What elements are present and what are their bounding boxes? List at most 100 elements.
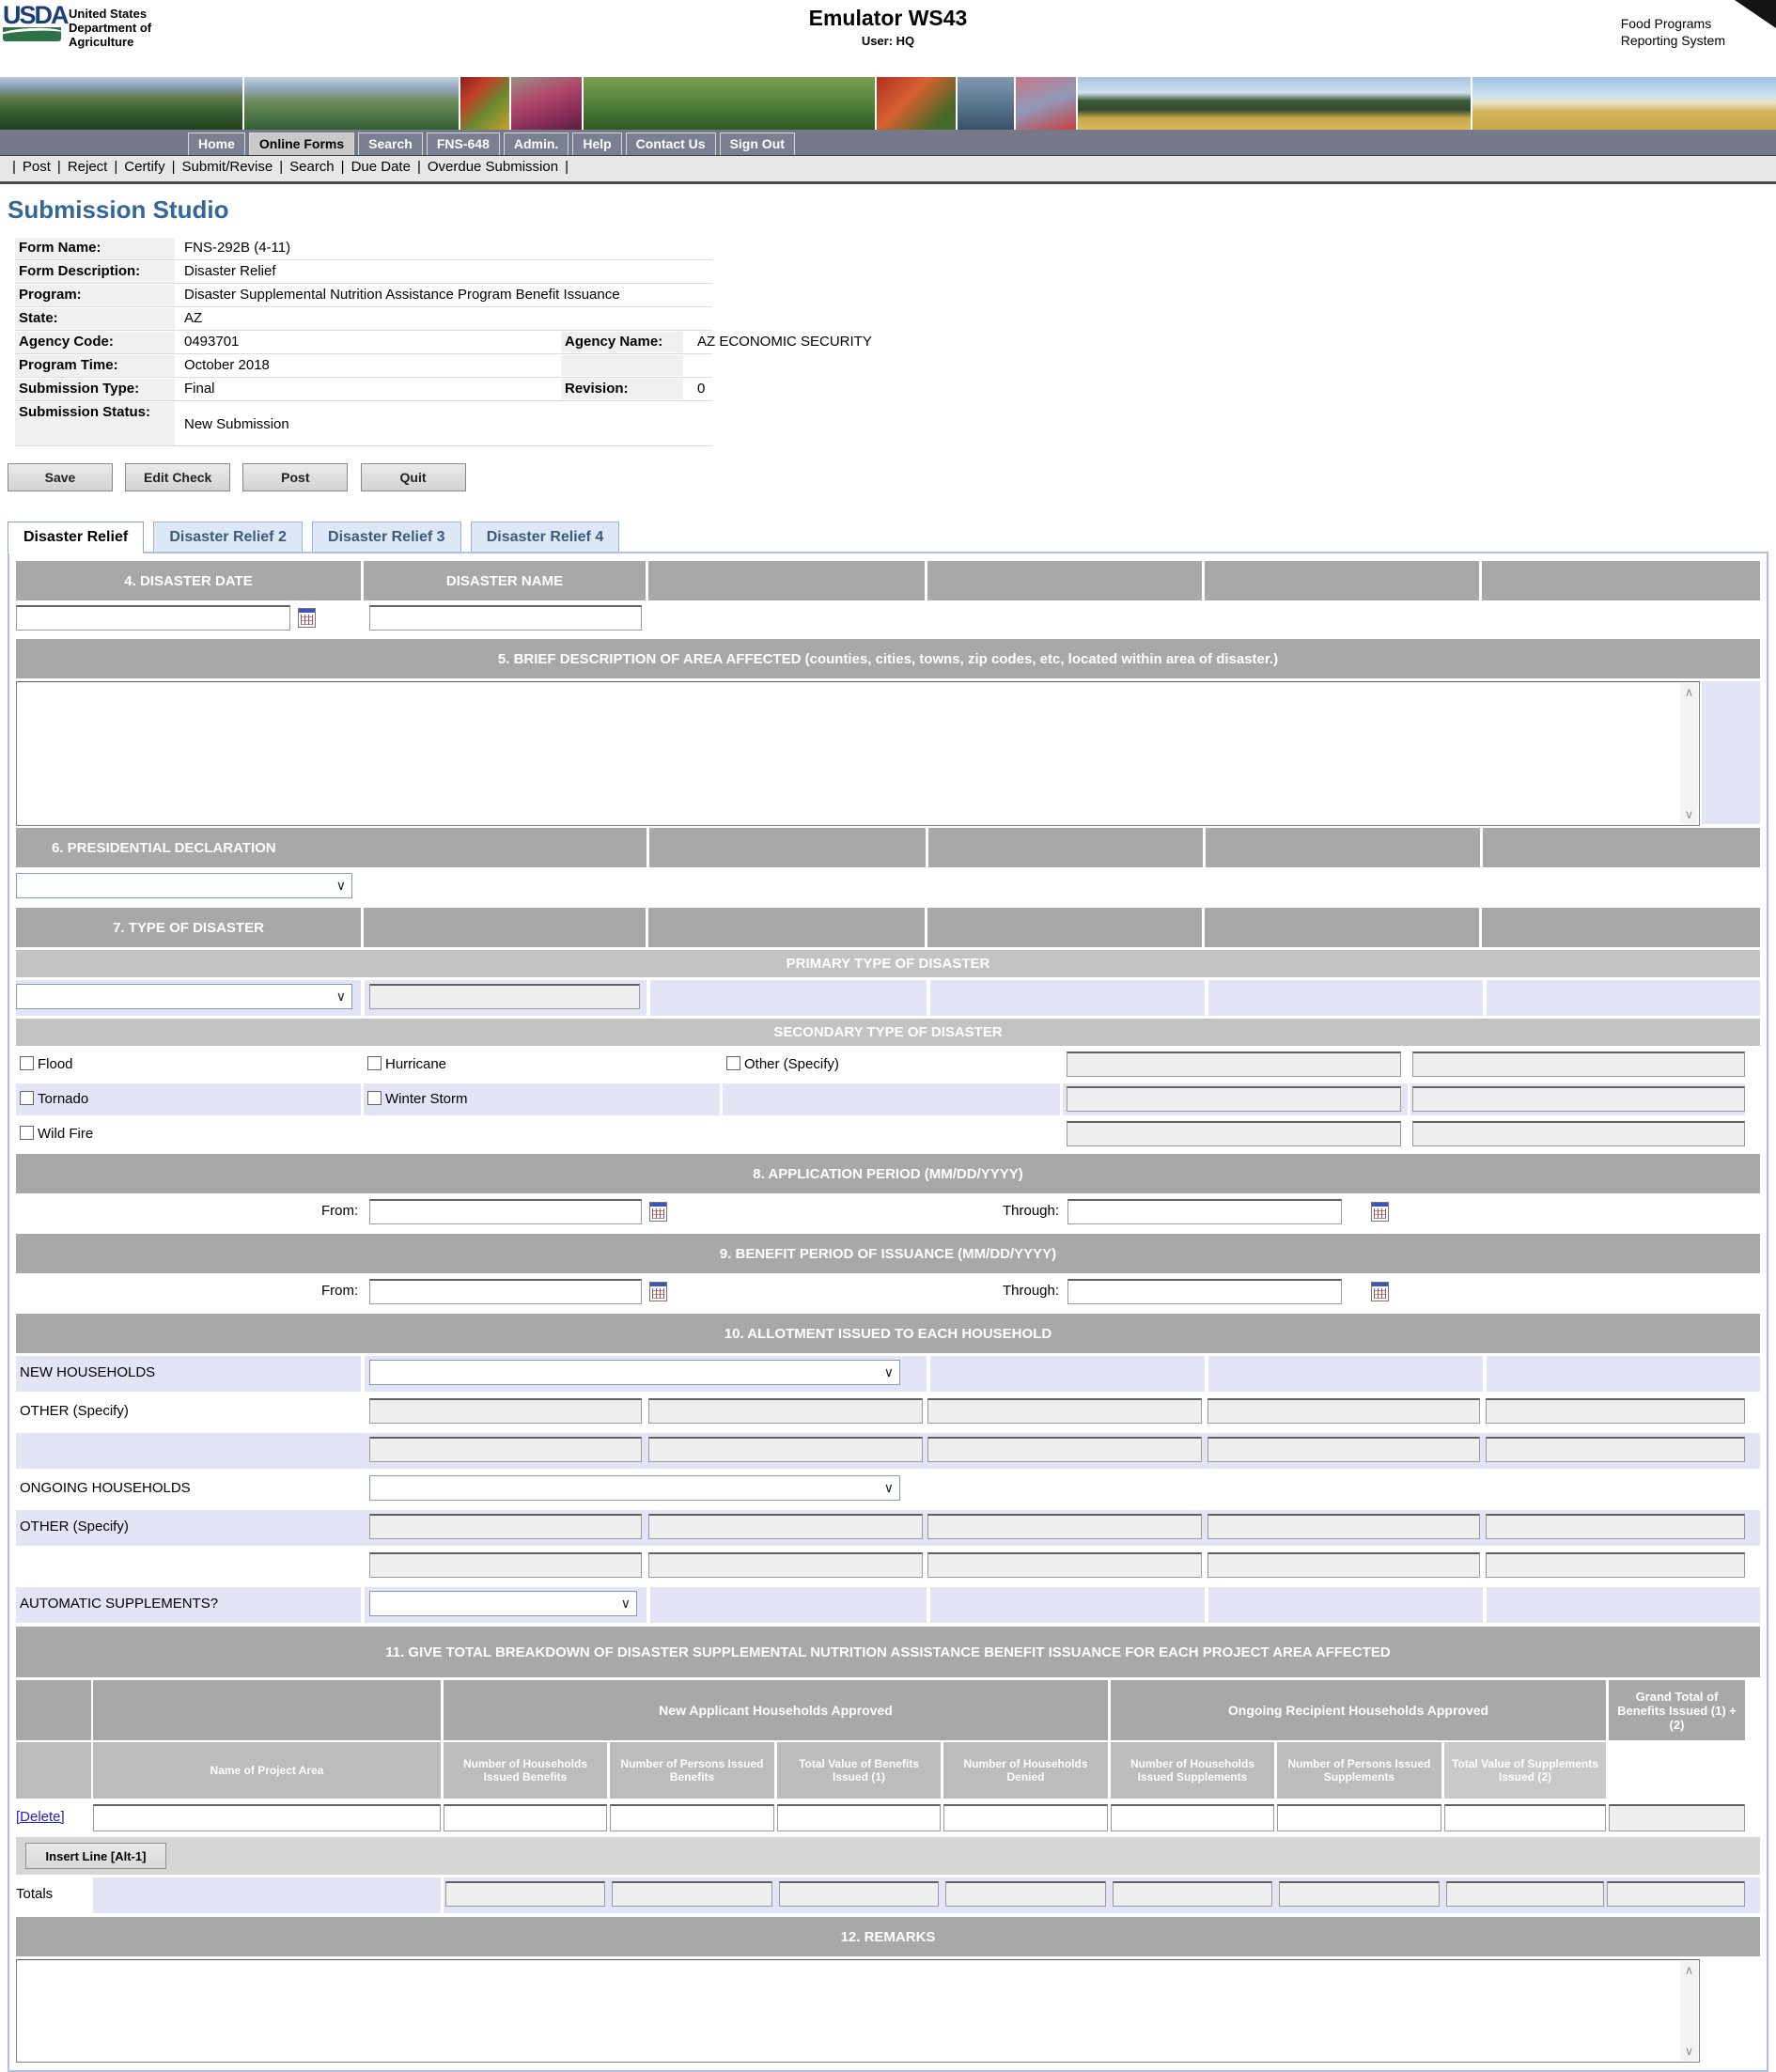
- submission-info-table: Form Name: FNS-292B (4-11) Form Descript…: [15, 238, 1776, 446]
- nav-tab-fns-648[interactable]: FNS-648: [427, 132, 500, 155]
- new-households-select[interactable]: ∨: [369, 1360, 900, 1385]
- tab-disaster-relief-4[interactable]: Disaster Relief 4: [471, 522, 620, 553]
- disaster-name-input[interactable]: [369, 605, 642, 631]
- subnav-item-search[interactable]: Search: [289, 159, 335, 175]
- separator: |: [172, 159, 176, 175]
- nav-tab-home[interactable]: Home: [188, 132, 245, 155]
- col-total-value-supplements: Total Value of Supplements Issued (2): [1444, 1742, 1606, 1799]
- subnav-item-submit-revise[interactable]: Submit/Revise: [182, 159, 273, 175]
- empty-header-cell: [1482, 561, 1760, 600]
- persons-issued-benefits-input[interactable]: [610, 1804, 774, 1831]
- total-value-benefits-input[interactable]: [777, 1804, 941, 1831]
- quit-button[interactable]: Quit: [361, 463, 466, 491]
- section7-header-row: 7. TYPE OF DISASTER: [16, 908, 1760, 947]
- other-option: Other (Specify): [726, 1056, 839, 1072]
- dept-line: Agriculture: [69, 35, 151, 49]
- type-of-disaster-header: 7. TYPE OF DISASTER: [16, 908, 361, 947]
- winter-storm-checkbox[interactable]: [367, 1091, 382, 1105]
- other-checkbox[interactable]: [726, 1056, 740, 1070]
- textarea-scrollbar[interactable]: ∧ ∨: [1680, 683, 1698, 824]
- ongoing-households-select[interactable]: ∨: [369, 1475, 900, 1501]
- households-issued-benefits-input[interactable]: [444, 1804, 607, 1831]
- tab-disaster-relief-2[interactable]: Disaster Relief 2: [153, 522, 303, 553]
- subnav-item-post[interactable]: Post: [23, 159, 51, 175]
- persons-issued-supplements-input[interactable]: [1277, 1804, 1441, 1831]
- households-issued-supplements-input[interactable]: [1111, 1804, 1274, 1831]
- benefit-through-input[interactable]: [1067, 1279, 1342, 1304]
- delete-link[interactable]: [Delete]: [16, 1809, 65, 1825]
- insert-line-band: Insert Line [Alt-1]: [16, 1837, 1760, 1875]
- nav-tab-sign-out[interactable]: Sign Out: [720, 132, 795, 155]
- disaster-date-input[interactable]: [16, 605, 290, 631]
- col-households-issued-supplements: Number of Households Issued Supplements: [1111, 1742, 1274, 1799]
- hurricane-checkbox[interactable]: [367, 1056, 382, 1070]
- edit-check-button[interactable]: Edit Check: [125, 463, 230, 491]
- subnav-item-due-date[interactable]: Due Date: [351, 159, 411, 175]
- project-area-input[interactable]: [93, 1804, 441, 1831]
- presidential-declaration-select[interactable]: ∨: [16, 873, 352, 898]
- section6-input-row: ∨: [16, 870, 1760, 904]
- remarks-textarea[interactable]: ∧ ∨: [16, 1959, 1700, 2063]
- primary-disaster-select[interactable]: ∨: [16, 984, 352, 1009]
- empty-header-cell: [927, 908, 1202, 947]
- area-description-textarea[interactable]: ∧ ∨: [16, 681, 1700, 826]
- application-through-calendar-icon[interactable]: [1371, 1202, 1389, 1222]
- other-specify-field: [369, 1552, 642, 1578]
- info-row: Program Time: October 2018: [15, 355, 712, 378]
- disaster-date-calendar-icon[interactable]: [298, 608, 316, 628]
- other-specify-field: [927, 1514, 1202, 1539]
- benefit-from-calendar-icon[interactable]: [649, 1282, 667, 1301]
- new-applicant-group-header: New Applicant Households Approved: [444, 1680, 1108, 1740]
- ongoing-households-label: ONGOING HOUSEHOLDS: [20, 1480, 191, 1496]
- info-row: Submission Status: New Submission: [15, 402, 712, 446]
- user-label: User: HQ: [809, 34, 968, 48]
- tab-disaster-relief-3[interactable]: Disaster Relief 3: [312, 522, 461, 553]
- nav-tab-search[interactable]: Search: [358, 132, 423, 155]
- chevron-down-icon: ∨: [336, 988, 346, 1005]
- insert-line-button[interactable]: Insert Line [Alt-1]: [25, 1843, 166, 1869]
- other-specify-row-2: [16, 1433, 1760, 1469]
- disaster-name-header: DISASTER NAME: [364, 561, 646, 600]
- benefit-from-input[interactable]: [369, 1279, 642, 1304]
- other-specify-field: [1207, 1437, 1480, 1462]
- action-buttons: Save Edit Check Post Quit: [8, 463, 1776, 491]
- households-denied-input[interactable]: [943, 1804, 1108, 1831]
- application-from-calendar-icon[interactable]: [649, 1202, 667, 1222]
- nav-tab-online-forms[interactable]: Online Forms: [249, 132, 354, 155]
- empty-label-cell: [561, 355, 683, 376]
- application-through-label: Through:: [1003, 1203, 1059, 1219]
- nav-tab-contact-us[interactable]: Contact Us: [626, 132, 716, 155]
- nav-tab-help[interactable]: Help: [572, 132, 621, 155]
- application-from-input[interactable]: [369, 1199, 642, 1224]
- application-through-input[interactable]: [1067, 1199, 1342, 1224]
- banner-photo-computer-users: [511, 77, 582, 130]
- scroll-down-icon[interactable]: ∨: [1685, 2044, 1694, 2059]
- scroll-up-icon[interactable]: ∧: [1685, 685, 1694, 700]
- total-value-supplements-input[interactable]: [1444, 1804, 1606, 1831]
- subnav-item-overdue-submission[interactable]: Overdue Submission: [428, 159, 558, 175]
- benefit-through-label: Through:: [1003, 1283, 1059, 1299]
- post-button[interactable]: Post: [242, 463, 348, 491]
- scroll-down-icon[interactable]: ∨: [1685, 807, 1694, 822]
- tab-disaster-relief[interactable]: Disaster Relief: [8, 522, 144, 553]
- empty-header-cell: [928, 828, 1203, 867]
- filler-cell: [1487, 1356, 1760, 1392]
- automatic-supplements-select[interactable]: ∨: [369, 1591, 637, 1616]
- textarea-scrollbar[interactable]: ∧ ∨: [1680, 1961, 1698, 2061]
- nav-tab-admin[interactable]: Admin.: [504, 132, 569, 155]
- subnav-item-certify[interactable]: Certify: [124, 159, 164, 175]
- other-specify-row-4: [16, 1549, 1760, 1584]
- filler-cell: [1487, 980, 1760, 1016]
- scroll-up-icon[interactable]: ∧: [1685, 1963, 1694, 1978]
- benefit-through-calendar-icon[interactable]: [1371, 1282, 1389, 1301]
- save-button[interactable]: Save: [8, 463, 113, 491]
- subnav-item-reject[interactable]: Reject: [68, 159, 108, 175]
- secondary-other-field: [1412, 1052, 1745, 1077]
- system-name-line: Food Programs: [1621, 15, 1725, 32]
- other-specify-field: [369, 1398, 642, 1424]
- tornado-checkbox[interactable]: [20, 1091, 34, 1105]
- flood-checkbox[interactable]: [20, 1056, 34, 1070]
- app-title: Emulator WS43: [809, 6, 968, 31]
- wild-fire-checkbox[interactable]: [20, 1126, 34, 1140]
- other-specify-field: [648, 1398, 923, 1424]
